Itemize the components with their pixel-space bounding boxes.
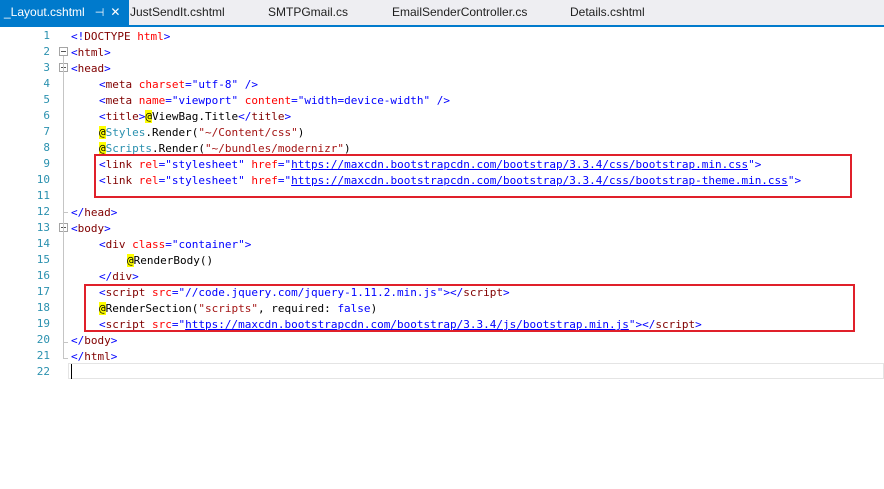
tab-underline (0, 25, 884, 27)
code-line-5: <meta name="viewport" content="width=dev… (99, 94, 451, 107)
outline-guide-end (63, 342, 68, 343)
code-line-6: <title>@ViewBag.Title</title> (99, 110, 292, 123)
line-number: 19 (36, 317, 50, 330)
line-number: 4 (43, 77, 50, 90)
tab-emailsendercontroller-cs[interactable]: EmailSenderController.cs (392, 0, 527, 27)
line-number: 15 (36, 253, 50, 266)
line-number: 7 (43, 125, 50, 138)
code-line-14: <div class="container"> (99, 238, 252, 251)
tab-label: SMTPGmail.cs (268, 5, 349, 19)
line-number: 17 (36, 285, 50, 298)
tab-smtpgmail-cs[interactable]: SMTPGmail.cs (268, 0, 348, 27)
code-line-13: <body> (71, 222, 111, 235)
code-line-7: @Styles.Render("~/Content/css") (99, 126, 305, 139)
code-line-1: <!DOCTYPE html> (71, 30, 171, 43)
scripts-highlight-box (84, 284, 855, 332)
line-number: 14 (36, 237, 50, 250)
code-line-15: @RenderBody() (127, 254, 214, 267)
tab-justsendit-cshtml[interactable]: JustSendIt.cshtml (130, 0, 225, 27)
outline-guide-end (63, 212, 68, 213)
tab-label: JustSendIt.cshtml (130, 5, 225, 19)
line-number: 6 (43, 109, 50, 122)
line-number: 8 (43, 141, 50, 154)
line-number: 16 (36, 269, 50, 282)
line-number: 9 (43, 157, 50, 170)
code-line-20: </body> (71, 334, 118, 347)
tab-layout-cshtml[interactable]: _Layout.cshtml ⊣ ✕ (0, 0, 129, 27)
code-line-3: <head> (71, 62, 111, 75)
outline-guide (63, 72, 65, 212)
line-number: 20 (36, 333, 50, 346)
document-tab-bar: _Layout.cshtml ⊣ ✕ JustSendIt.cshtml SMTPG… (0, 0, 884, 27)
line-number: 13 (36, 221, 50, 234)
stylesheet-links-highlight-box (94, 154, 852, 198)
line-number: 18 (36, 301, 50, 314)
code-line-12: </head> (71, 206, 118, 219)
line-number: 12 (36, 205, 50, 218)
line-number: 22 (36, 365, 50, 378)
line-number: 11 (36, 189, 50, 202)
tab-label: EmailSenderController.cs (392, 5, 528, 19)
line-number: 3 (43, 61, 50, 74)
text-caret (71, 364, 72, 379)
tab-details-cshtml[interactable]: Details.cshtml (570, 0, 645, 27)
pin-icon[interactable]: ⊣ (95, 1, 105, 26)
code-line-2: <html> (71, 46, 111, 59)
collapse-toggle-icon[interactable] (59, 47, 68, 56)
line-number: 10 (36, 173, 50, 186)
tab-label: Details.cshtml (570, 5, 645, 19)
code-line-16: </div> (99, 270, 139, 283)
line-number: 5 (43, 93, 50, 106)
line-number: 21 (36, 349, 50, 362)
line-number: 2 (43, 45, 50, 58)
line-number: 1 (43, 29, 50, 42)
outline-guide-end (63, 358, 68, 359)
tab-label: _Layout.cshtml (4, 5, 85, 19)
current-line-highlight (68, 363, 884, 379)
close-icon[interactable]: ✕ (110, 0, 120, 25)
code-line-4: <meta charset="utf-8" /> (99, 78, 258, 91)
